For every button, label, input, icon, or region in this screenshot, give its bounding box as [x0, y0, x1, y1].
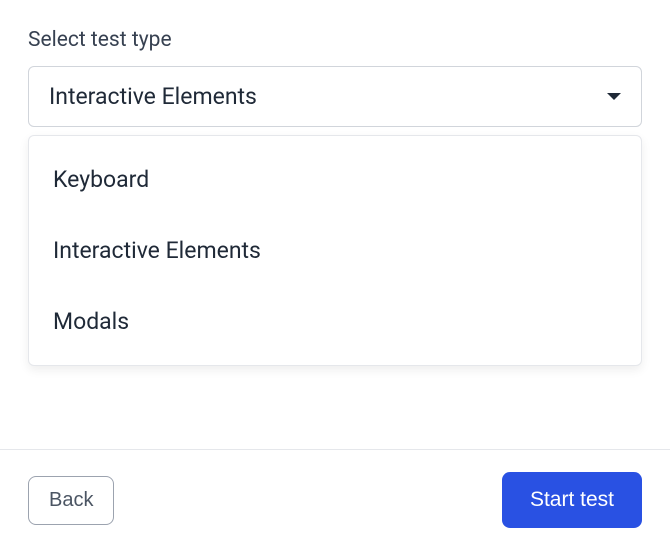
chevron-down-icon	[607, 93, 621, 100]
dropdown-option-interactive-elements[interactable]: Interactive Elements	[29, 215, 641, 286]
footer: Back Start test	[0, 449, 670, 556]
back-button[interactable]: Back	[28, 476, 114, 525]
dropdown-option-keyboard[interactable]: Keyboard	[29, 144, 641, 215]
test-type-selected-value: Interactive Elements	[49, 83, 257, 110]
test-type-dropdown: Keyboard Interactive Elements Modals	[28, 135, 642, 366]
dropdown-option-modals[interactable]: Modals	[29, 286, 641, 357]
test-type-select[interactable]: Interactive Elements	[28, 66, 642, 127]
start-test-button[interactable]: Start test	[502, 472, 642, 528]
select-test-type-label: Select test type	[28, 28, 642, 52]
